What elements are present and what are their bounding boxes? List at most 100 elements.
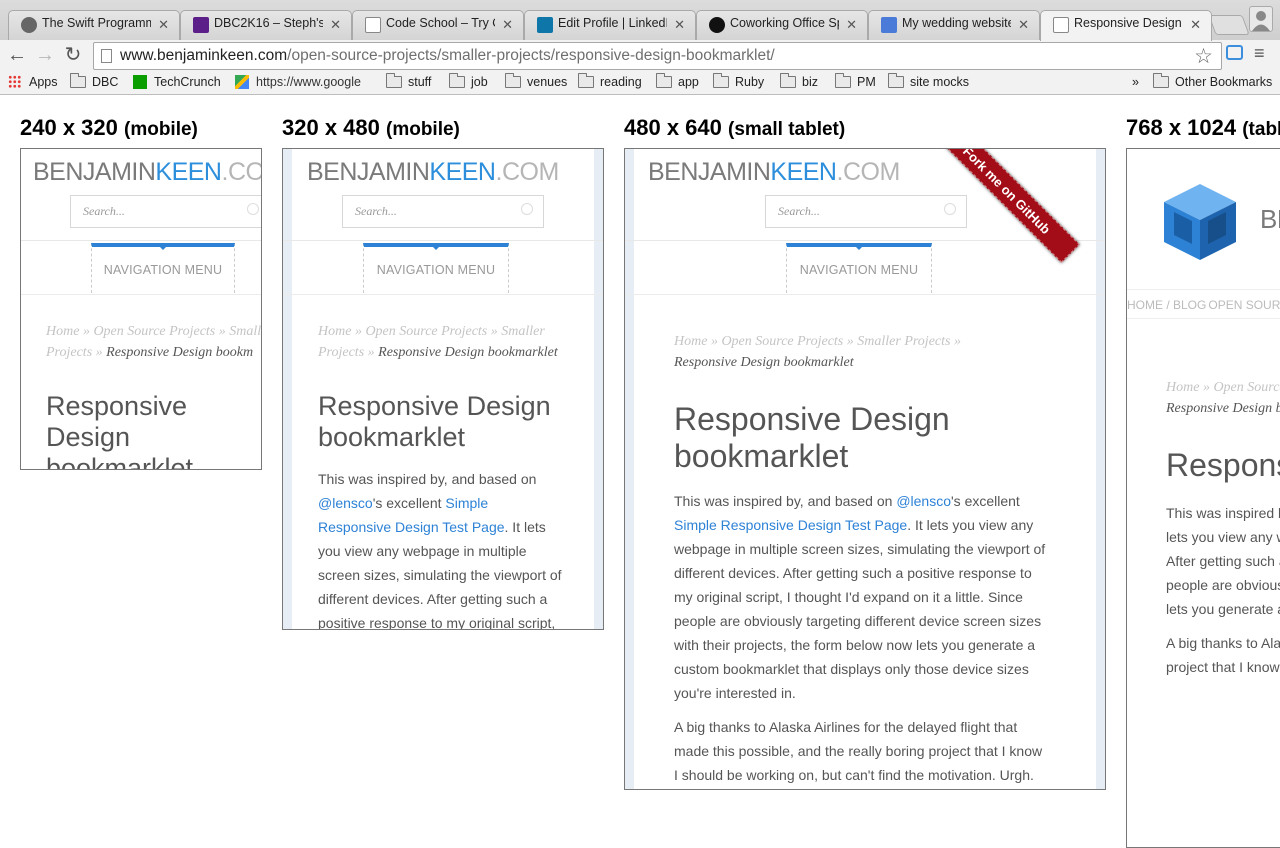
page-title: Responsive Design bookmarklet (674, 401, 1054, 475)
browser-chrome: The Swift Programming Language ✕ DBC2K16… (0, 0, 1280, 95)
tab-label: DBC2K16 – Steph's Answers (214, 16, 323, 30)
search-placeholder: Search... (83, 204, 125, 218)
crumb-open-source-projects[interactable]: Open Source Projects (721, 334, 843, 349)
crumb-current: Responsive Design bookm (106, 345, 254, 360)
crumb-smaller-projects[interactable]: Smaller Projects (857, 334, 950, 349)
folder-icon (70, 73, 86, 88)
site-logo-partial[interactable]: BE (1260, 204, 1280, 235)
crumb-separator: » (82, 324, 90, 339)
bookmark-biz[interactable]: biz (780, 73, 818, 91)
viewport-frame-320[interactable]: BENJAMINKEEN.COM Search... NAVIGATION ME… (282, 148, 604, 630)
text: This was inspired by, and based on (674, 493, 897, 509)
crumb-home[interactable]: Home (1166, 380, 1199, 395)
crumb-open-source-projects[interactable]: Open Source Projects (365, 324, 487, 339)
address-bar[interactable]: www.benjaminkeen.com/open-source-project… (93, 42, 1222, 70)
back-button[interactable]: ← (5, 43, 29, 67)
bookmark-techcrunch[interactable]: TechCrunch (133, 73, 221, 91)
forward-button[interactable]: → (33, 43, 57, 67)
bookmark-venues[interactable]: venues (505, 73, 567, 91)
lensco-link[interactable]: @lensco (318, 495, 373, 511)
viewport-type: (tablet) (1242, 119, 1280, 140)
viewport-size: 320 x 480 (282, 115, 380, 140)
logo-accent: KEEN (429, 158, 496, 186)
title-line-1: Responsive Design (318, 391, 551, 421)
navigation-menu-button[interactable]: NAVIGATION MENU (91, 243, 235, 293)
logo-tld: .COM (495, 158, 560, 186)
logo-main: BENJAMIN (648, 158, 771, 186)
close-icon[interactable]: ✕ (1190, 17, 1201, 33)
other-bookmarks[interactable]: Other Bookmarks (1153, 73, 1272, 91)
viewport-type: (small tablet) (728, 119, 846, 140)
bookmark-apps[interactable]: Apps (8, 73, 58, 91)
search-input[interactable]: Search... (765, 195, 967, 228)
apple-icon (21, 17, 37, 33)
tab-dbc[interactable]: DBC2K16 – Steph's Answers ✕ (180, 10, 352, 40)
new-tab-button[interactable] (1208, 15, 1250, 35)
close-icon[interactable]: ✕ (846, 17, 857, 33)
bookmark-site-mocks[interactable]: site mocks (888, 73, 969, 91)
close-icon[interactable]: ✕ (674, 17, 685, 33)
simple-responsive-test-link[interactable]: Simple Responsive Design Test Page (674, 517, 907, 533)
site-logo[interactable]: BENJAMINKEEN.COM (648, 158, 900, 187)
url-path: /open-source-projects/smaller-projects/r… (287, 47, 775, 64)
tab-responsive-design[interactable]: Responsive Design Test ✕ (1040, 10, 1212, 41)
folder-icon (449, 73, 465, 88)
bookmark-stuff[interactable]: stuff (386, 73, 431, 91)
tab-strip: The Swift Programming Language ✕ DBC2K16… (0, 0, 1280, 41)
crumb-separator: » (1202, 380, 1210, 395)
extension-icon[interactable] (1226, 45, 1243, 60)
tab-label: My wedding website – Google Docs (902, 16, 1011, 30)
reload-button[interactable]: ↻ (61, 43, 85, 67)
url-text: www.benjaminkeen.com/open-source-project… (120, 47, 775, 65)
tab-coworking[interactable]: Coworking Office Space ✕ (696, 10, 868, 40)
crumb-home[interactable]: Home (674, 334, 707, 349)
page-icon (101, 49, 112, 63)
crumb-home[interactable]: Home (46, 324, 79, 339)
tab-swift[interactable]: The Swift Programming Language ✕ (8, 10, 180, 40)
site-logo[interactable]: BENJAMINKEEN.COM (33, 158, 261, 187)
crumb-open-source-projects[interactable]: Open Source Projects (93, 324, 215, 339)
profile-button[interactable] (1249, 6, 1273, 32)
bookmark-ruby[interactable]: Ruby (713, 73, 764, 91)
bookmark-star-icon[interactable]: ☆ (1194, 44, 1213, 69)
viewport-type: (mobile) (124, 119, 198, 140)
tab-codeschool[interactable]: Code School – Try Objective-C ✕ (352, 10, 524, 40)
tab-linkedin[interactable]: Edit Profile | LinkedIn ✕ (524, 10, 696, 40)
crumb-open-source-projects[interactable]: Open Source Projects (1213, 380, 1280, 395)
crumb-home[interactable]: Home (318, 324, 351, 339)
bookmark-google[interactable]: https://www.google (235, 73, 361, 91)
viewport-label-768: 768 x 1024 (tablet) (1126, 115, 1280, 141)
close-icon[interactable]: ✕ (502, 17, 513, 33)
search-input[interactable]: Search... (70, 195, 261, 228)
viewport-label-240: 240 x 320 (mobile) (20, 115, 198, 141)
close-icon[interactable]: ✕ (158, 17, 169, 33)
page-icon (1053, 17, 1069, 33)
site-nav: NAVIGATION MENU (21, 243, 261, 295)
crumb-current: Responsive Design bookmarklet (378, 345, 558, 360)
viewport-frame-480[interactable]: BENJAMINKEEN.COM Search... NAVIGATION ME… (624, 148, 1106, 790)
menu-icon[interactable]: ≡ (1254, 44, 1272, 62)
close-icon[interactable]: ✕ (330, 17, 341, 33)
search-input[interactable]: Search... (342, 195, 544, 228)
bookmarks-overflow-button[interactable]: » (1132, 73, 1139, 91)
close-icon[interactable]: ✕ (1018, 17, 1029, 33)
title-line-1: Responsive Design (674, 401, 950, 437)
bookmark-label: app (678, 75, 699, 89)
tab-wedding[interactable]: My wedding website – Google Docs ✕ (868, 10, 1040, 40)
bookmark-dbc[interactable]: DBC (70, 73, 118, 91)
viewport-frame-240[interactable]: BENJAMINKEEN.COM Search... NAVIGATION ME… (20, 148, 262, 470)
bookmark-reading[interactable]: reading (578, 73, 642, 91)
menu-home-blog[interactable]: HOME / BLOG (1127, 298, 1206, 312)
navigation-menu-button[interactable]: NAVIGATION MENU (786, 243, 932, 293)
bookmark-pm[interactable]: PM (835, 73, 876, 91)
bookmark-job[interactable]: job (449, 73, 488, 91)
tab-label: Code School – Try Objective-C (386, 16, 495, 30)
menu-open-source[interactable]: OPEN SOURCE (1208, 298, 1280, 312)
viewport-frame-768[interactable]: BE HOME / BLOGOPEN SOURCE Home » Open So… (1126, 148, 1280, 848)
lensco-link[interactable]: @lensco (896, 493, 951, 509)
bookmark-app[interactable]: app (656, 73, 699, 91)
site-logo[interactable]: BENJAMINKEEN.COM (307, 158, 559, 187)
navigation-menu-button[interactable]: NAVIGATION MENU (363, 243, 509, 293)
breadcrumb: Home » Open Source Projects » Smaller Pr… (46, 321, 261, 363)
bookmark-label: Ruby (735, 75, 765, 89)
